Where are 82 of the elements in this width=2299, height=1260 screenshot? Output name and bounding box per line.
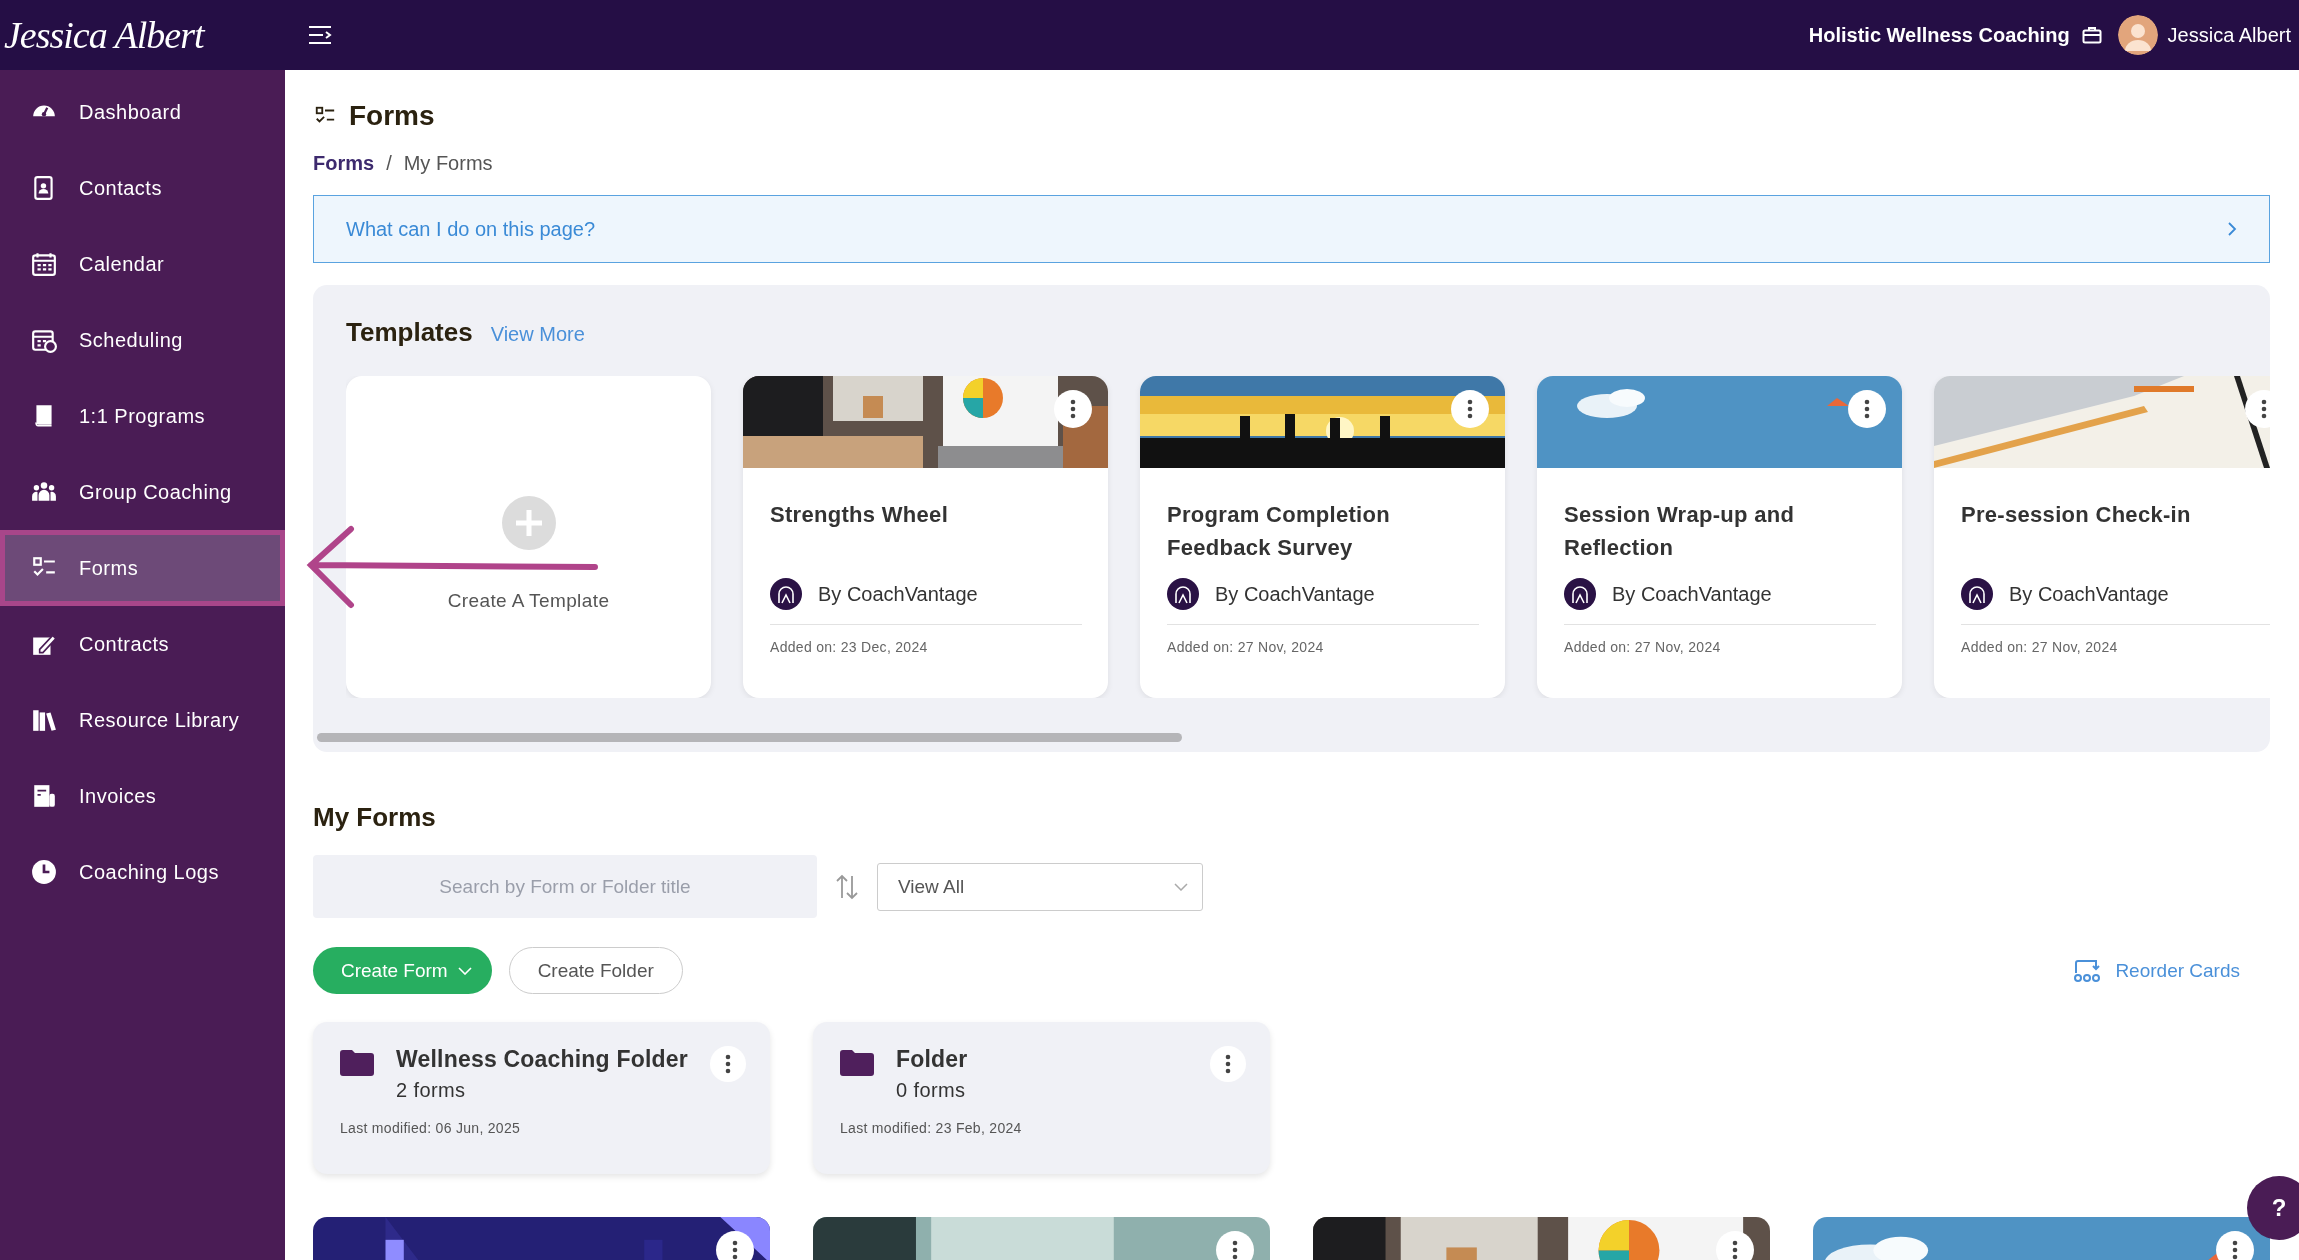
breadcrumb-link[interactable]: Forms — [313, 152, 375, 175]
user-name[interactable]: Jessica Albert — [2167, 23, 2291, 47]
reorder-icon — [2073, 958, 2102, 983]
folder-card[interactable]: Folder 0 forms Last modified: 23 Feb, 2024 — [813, 1022, 1270, 1174]
author-name: By CoachVantage — [1612, 582, 1772, 606]
create-folder-button[interactable]: Create Folder — [508, 947, 683, 994]
folder-icon — [840, 1050, 874, 1076]
chevron-down-icon — [1174, 882, 1188, 891]
kebab-icon — [1225, 1054, 1231, 1074]
sidebar-item[interactable]: Scheduling — [0, 302, 285, 378]
menu-icon[interactable] — [308, 25, 332, 45]
page-title: Forms — [349, 100, 435, 132]
filter-dropdown[interactable]: View All — [877, 862, 1203, 911]
author-name: By CoachVantage — [2009, 582, 2169, 606]
books-icon — [31, 707, 57, 733]
plus-icon — [501, 496, 556, 550]
author-name: By CoachVantage — [818, 582, 978, 606]
more-button[interactable] — [1210, 1046, 1246, 1082]
search-field[interactable]: Search by Form or Folder title — [313, 855, 817, 918]
invoice-icon — [31, 783, 57, 809]
calendar-icon — [31, 251, 57, 277]
briefcase-icon[interactable] — [2081, 26, 2102, 44]
author-logo-icon — [1167, 578, 1199, 610]
modified-date: Last modified: 23 Feb, 2024 — [840, 1120, 1023, 1136]
kebab-icon — [1070, 399, 1076, 419]
author-logo-icon — [1961, 578, 1993, 610]
business-name: Holistic Wellness Coaching — [1808, 23, 2070, 47]
author-logo-icon — [770, 578, 802, 610]
author-name: By CoachVantage — [1215, 582, 1375, 606]
author-logo-icon — [1564, 578, 1596, 610]
calendar-clock-icon — [31, 327, 57, 353]
sidebar-item[interactable]: Calendar — [0, 226, 285, 302]
template-title: Pre-session Check-in — [1961, 501, 2192, 529]
kebab-icon — [1732, 1240, 1738, 1260]
folder-icon — [340, 1050, 374, 1076]
template-card[interactable]: Pre-session Check-in By CoachVantage Added on: 27 Nov, 2024 — [1934, 376, 2270, 698]
template-card[interactable]: Session Wrap-up and Reflection By CoachVantage Added on: 27 Nov, 2024 — [1537, 376, 1902, 698]
sidebar-item[interactable]: Invoices — [0, 758, 285, 834]
sidebar-item[interactable]: Contracts — [0, 606, 285, 682]
create-template-label: Create A Template — [447, 590, 610, 612]
template-card[interactable]: Program Completion Feedback Survey By CoachVantage Added on: 27 Nov, 2024 — [1140, 376, 1505, 698]
added-date: Added on: 27 Nov, 2024 — [1961, 639, 2119, 655]
sort-icon[interactable] — [834, 873, 860, 900]
form-count: 2 forms — [396, 1079, 467, 1102]
logo: Jessica Albert — [3, 13, 207, 57]
chevron-right-icon — [2227, 221, 2237, 237]
kebab-icon — [1232, 1240, 1238, 1260]
breadcrumb-separator: / — [386, 152, 392, 175]
section-title: My Forms — [313, 802, 437, 833]
added-date: Added on: 23 Dec, 2024 — [770, 639, 929, 655]
section-title: Templates — [346, 317, 473, 348]
kebab-icon — [725, 1054, 731, 1074]
more-button[interactable] — [710, 1046, 746, 1082]
sidebar-item[interactable]: Coaching Logs — [0, 834, 285, 910]
folder-card[interactable]: Wellness Coaching Folder 2 forms Last modified: 06 Jun, 2025 — [313, 1022, 770, 1174]
sidebar-item[interactable]: Resource Library — [0, 682, 285, 758]
template-title: Strengths Wheel — [770, 501, 950, 529]
sidebar-item[interactable]: Forms — [0, 530, 285, 606]
kebab-icon — [2261, 399, 2267, 419]
clock-icon — [31, 859, 57, 885]
scrollbar-thumb[interactable] — [317, 733, 1182, 742]
kebab-icon — [1864, 399, 1870, 419]
template-card[interactable]: Strengths Wheel By CoachVantage Added on: 23 Dec, 2024 — [743, 376, 1108, 698]
template-title: Program Completion Feedback Survey — [1167, 501, 1391, 562]
form-count: 0 forms — [896, 1079, 967, 1102]
folder-name: Wellness Coaching Folder — [396, 1046, 688, 1073]
folder-name: Folder — [896, 1046, 969, 1073]
kebab-icon — [1467, 399, 1473, 419]
breadcrumb-current: My Forms — [403, 152, 493, 175]
sidebar-item[interactable]: Dashboard — [0, 74, 285, 150]
sidebar-item[interactable]: Group Coaching — [0, 454, 285, 530]
create-template-card[interactable]: Create A Template — [346, 376, 711, 698]
avatar[interactable] — [2117, 15, 2158, 55]
added-date: Added on: 27 Nov, 2024 — [1564, 639, 1722, 655]
kebab-icon — [2232, 1240, 2238, 1260]
added-date: Added on: 27 Nov, 2024 — [1167, 639, 1325, 655]
chevron-down-icon — [457, 966, 472, 975]
sidebar-item[interactable]: Contacts — [0, 150, 285, 226]
sidebar-item[interactable]: 1:1 Programs — [0, 378, 285, 454]
template-title: Session Wrap-up and Reflection — [1564, 501, 1796, 562]
kebab-icon — [732, 1240, 738, 1260]
modified-date: Last modified: 06 Jun, 2025 — [340, 1120, 522, 1136]
